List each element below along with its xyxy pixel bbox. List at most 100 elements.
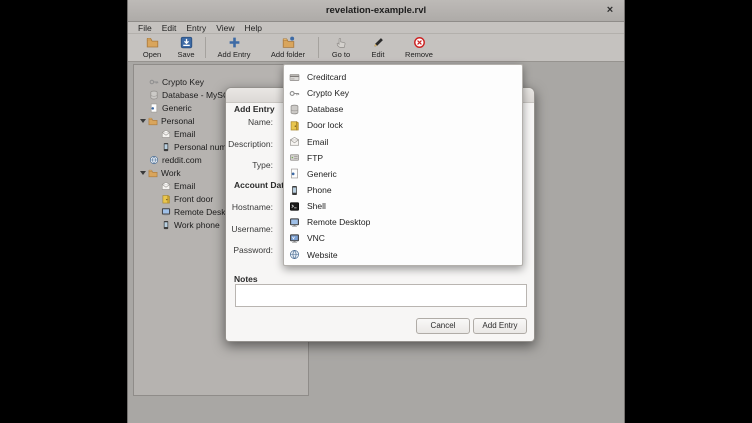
toolbar-separator bbox=[205, 37, 206, 58]
tree-item-label: Personal bbox=[161, 116, 195, 126]
ftp-icon bbox=[289, 152, 300, 163]
tree-item-label: Work phone bbox=[174, 220, 220, 230]
notes-label: Notes bbox=[234, 274, 258, 284]
toolbar-button-label: Edit bbox=[372, 50, 385, 59]
save-icon bbox=[180, 36, 193, 49]
type-menu-item-label: Remote Desktop bbox=[307, 217, 370, 227]
menu-view[interactable]: View bbox=[211, 23, 239, 33]
add-entry-icon bbox=[228, 36, 241, 49]
folder-icon bbox=[148, 116, 158, 126]
description-field-label: Description: bbox=[226, 139, 273, 149]
generic-icon bbox=[289, 168, 300, 179]
tree-item-label: Front door bbox=[174, 194, 213, 204]
toolbar-button-label: Remove bbox=[405, 50, 433, 59]
remote-desktop-icon bbox=[289, 217, 300, 228]
toolbar-remove-button[interactable]: Remove bbox=[395, 34, 443, 61]
dialog-section-account: Account Data bbox=[234, 180, 289, 190]
notes-input[interactable] bbox=[235, 284, 527, 307]
toolbar-edit-button[interactable]: Edit bbox=[361, 34, 395, 61]
shell-icon bbox=[289, 201, 300, 212]
menu-entry[interactable]: Entry bbox=[181, 23, 211, 33]
remove-icon bbox=[413, 36, 426, 49]
desktop-background: revelation-example.rvl × FileEditEntryVi… bbox=[0, 0, 752, 423]
dialog-section-entry: Add Entry bbox=[234, 104, 275, 114]
database-icon bbox=[149, 90, 159, 100]
username-field-label: Username: bbox=[226, 224, 273, 234]
entry-type-menu: Creditcard Crypto Key Database Door lock Ema… bbox=[283, 64, 523, 266]
type-menu-item-generic[interactable]: Generic bbox=[284, 166, 522, 182]
type-menu-item-label: Email bbox=[307, 137, 328, 147]
generic-icon bbox=[149, 103, 159, 113]
database-icon bbox=[289, 104, 300, 115]
phone-icon bbox=[289, 185, 300, 196]
expander-arrow-icon[interactable] bbox=[140, 119, 146, 123]
toolbar-go-to-button[interactable]: Go to bbox=[321, 34, 361, 61]
type-menu-item-website[interactable]: Website bbox=[284, 247, 522, 263]
folder-icon bbox=[148, 168, 158, 178]
creditcard-icon bbox=[289, 72, 300, 83]
hostname-field-label: Hostname: bbox=[226, 202, 273, 212]
menu-edit[interactable]: Edit bbox=[157, 23, 182, 33]
toolbar-add-folder-button[interactable]: Add folder bbox=[260, 34, 316, 61]
type-menu-item-label: Creditcard bbox=[307, 72, 346, 82]
type-field-label: Type: bbox=[226, 160, 273, 170]
add-folder-icon bbox=[282, 36, 295, 49]
tree-item-label: reddit.com bbox=[162, 155, 202, 165]
type-menu-item-ftp[interactable]: FTP bbox=[284, 150, 522, 166]
email-icon bbox=[161, 181, 171, 191]
type-menu-item-database[interactable]: Database bbox=[284, 101, 522, 117]
type-menu-item-label: Website bbox=[307, 250, 338, 260]
tree-item-label: Generic bbox=[162, 103, 192, 113]
phone-icon bbox=[161, 220, 171, 230]
toolbar-save-button[interactable]: Save bbox=[169, 34, 203, 61]
website-icon bbox=[289, 249, 300, 260]
email-icon bbox=[161, 129, 171, 139]
tree-item-label: Email bbox=[174, 129, 195, 139]
add-entry-submit-button[interactable]: Add Entry bbox=[473, 318, 527, 334]
menu-file[interactable]: File bbox=[133, 23, 157, 33]
type-menu-item-crypto-key[interactable]: Crypto Key bbox=[284, 85, 522, 101]
toolbar-separator bbox=[318, 37, 319, 58]
toolbar-button-label: Open bbox=[143, 50, 161, 59]
name-field-label: Name: bbox=[226, 117, 273, 127]
type-menu-item-label: FTP bbox=[307, 153, 323, 163]
type-menu-item-label: VNC bbox=[307, 233, 325, 243]
type-menu-item-phone[interactable]: Phone bbox=[284, 182, 522, 198]
close-icon[interactable]: × bbox=[603, 4, 617, 18]
cancel-button[interactable]: Cancel bbox=[416, 318, 470, 334]
key-icon bbox=[149, 77, 159, 87]
type-menu-item-remote-desktop[interactable]: Remote Desktop bbox=[284, 214, 522, 230]
tree-item-label: Email bbox=[174, 181, 195, 191]
goto-hand-icon bbox=[335, 36, 348, 49]
type-menu-item-label: Phone bbox=[307, 185, 332, 195]
window-titlebar[interactable]: revelation-example.rvl × bbox=[128, 0, 624, 22]
type-menu-item-shell[interactable]: Shell bbox=[284, 198, 522, 214]
window-title: revelation-example.rvl bbox=[326, 5, 426, 16]
tree-item-label: Work bbox=[161, 168, 181, 178]
type-menu-item-label: Database bbox=[307, 104, 343, 114]
key-icon bbox=[289, 88, 300, 99]
edit-pencil-icon bbox=[372, 36, 385, 49]
type-menu-item-label: Door lock bbox=[307, 120, 343, 130]
email-icon bbox=[289, 136, 300, 147]
website-icon bbox=[149, 155, 159, 165]
tree-item-label: Crypto Key bbox=[162, 77, 204, 87]
type-menu-item-creditcard[interactable]: Creditcard bbox=[284, 69, 522, 85]
expander-arrow-icon[interactable] bbox=[140, 171, 146, 175]
toolbar-add-entry-button[interactable]: Add Entry bbox=[208, 34, 260, 61]
type-menu-item-door-lock[interactable]: Door lock bbox=[284, 117, 522, 133]
open-folder-icon bbox=[146, 36, 159, 49]
type-menu-item-vnc[interactable]: VNC bbox=[284, 230, 522, 246]
menu-help[interactable]: Help bbox=[239, 23, 266, 33]
menubar: FileEditEntryViewHelp bbox=[128, 22, 624, 34]
password-field-label: Password: bbox=[226, 245, 273, 255]
toolbar-open-button[interactable]: Open bbox=[135, 34, 169, 61]
type-menu-item-label: Generic bbox=[307, 169, 337, 179]
toolbar: Open Save Add EntryAdd folder Go to Edit Remo… bbox=[128, 34, 624, 62]
type-menu-item-label: Shell bbox=[307, 201, 326, 211]
toolbar-button-label: Save bbox=[177, 50, 194, 59]
toolbar-button-label: Go to bbox=[332, 50, 350, 59]
type-menu-item-email[interactable]: Email bbox=[284, 134, 522, 150]
remote-desktop-icon bbox=[161, 207, 171, 217]
doorlock-icon bbox=[289, 120, 300, 131]
